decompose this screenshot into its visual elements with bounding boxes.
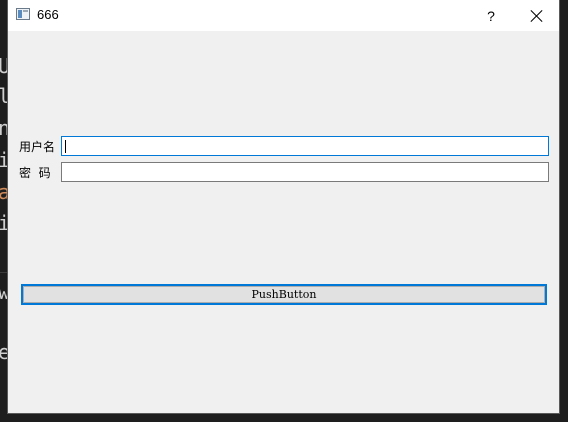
window-title: 666 xyxy=(37,7,59,22)
close-button[interactable] xyxy=(514,0,560,31)
push-button-label: PushButton xyxy=(251,288,317,301)
username-label: 用户名 xyxy=(19,140,56,154)
help-icon: ? xyxy=(487,7,495,24)
app-icon xyxy=(16,8,30,20)
password-input[interactable] xyxy=(61,162,549,182)
password-label: 密 码 xyxy=(19,166,51,180)
dialog-window: 666 ? 用户名 密 码 PushButton xyxy=(8,0,559,413)
help-button[interactable]: ? xyxy=(468,0,514,31)
title-bar[interactable]: 666 ? xyxy=(8,0,559,31)
push-button[interactable]: PushButton xyxy=(21,284,547,305)
close-icon xyxy=(531,10,543,22)
background-divider xyxy=(0,272,8,273)
text-cursor xyxy=(65,140,66,153)
username-input[interactable] xyxy=(61,136,549,156)
